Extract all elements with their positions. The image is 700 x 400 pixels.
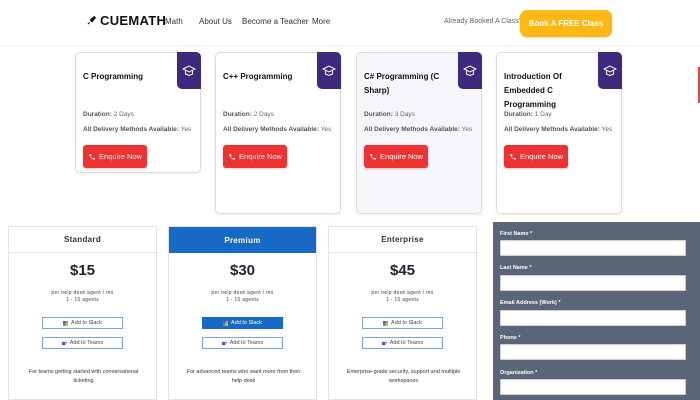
add-to-teams-button[interactable]: Add to Teams — [42, 337, 123, 349]
course-title: C Programming — [83, 72, 144, 81]
graduation-cap-icon — [322, 64, 336, 76]
course-badge — [598, 52, 622, 89]
add-to-slack-button[interactable]: Add to Slack — [42, 317, 123, 329]
course-delivery: All Delivery Methods Available: Yes — [504, 126, 613, 133]
enquire-now-button[interactable]: Enquire Now — [364, 145, 428, 168]
plan-description: For teams getting started with conversat… — [28, 369, 139, 384]
contact-form: First Name * Last Name * Email Address (… — [493, 222, 700, 400]
first-name-field[interactable] — [500, 240, 686, 256]
nav-math[interactable]: Math — [165, 17, 183, 26]
graduation-cap-icon — [463, 64, 477, 76]
phone-icon — [229, 153, 236, 160]
phone-icon — [89, 153, 96, 160]
plan-range: 1 - 15 agents — [65, 297, 100, 303]
course-badge — [458, 52, 482, 89]
course-title: C# Programming (C Sharp) — [364, 72, 440, 95]
plan-unit: per help desk agent / mo — [51, 290, 114, 296]
organization-label: Organization * — [500, 370, 538, 376]
plan-price: $15 — [69, 262, 96, 279]
plan-price: $30 — [229, 262, 256, 279]
slack-icon — [223, 320, 229, 326]
add-to-slack-button[interactable]: Add to Slack — [362, 317, 443, 329]
nav-become-teacher[interactable]: Become a Teacher — [242, 17, 309, 26]
course-badge — [177, 52, 201, 89]
logo-text: CUEMATH — [100, 13, 167, 28]
course-duration: Duration: 2 Days — [223, 111, 274, 118]
enquire-now-button[interactable]: Enquire Now — [504, 145, 568, 168]
enquire-now-button[interactable]: Enquire Now — [223, 145, 287, 168]
nav-more[interactable]: More — [312, 17, 330, 26]
course-card: Introduction Of Embedded C Programming D… — [496, 52, 622, 214]
course-delivery: All Delivery Methods Available: Yes — [223, 126, 332, 133]
course-card: C++ Programming Duration: 2 Days All Del… — [215, 52, 341, 214]
slack-icon — [63, 320, 69, 326]
phone-icon — [510, 153, 517, 160]
graduation-cap-icon — [603, 64, 617, 76]
course-card: C# Programming (C Sharp) Duration: 3 Day… — [356, 52, 482, 214]
rocket-icon — [87, 15, 97, 25]
phone-icon — [370, 153, 377, 160]
teams-icon — [381, 341, 387, 345]
course-delivery: All Delivery Methods Available: Yes — [83, 126, 192, 133]
last-name-label: Last Name * — [500, 265, 532, 271]
graduation-cap-icon — [182, 64, 196, 76]
phone-field[interactable] — [500, 344, 686, 360]
course-duration: Duration: 2 Days — [83, 111, 134, 118]
plan-price: $45 — [389, 262, 416, 279]
email-field[interactable] — [500, 310, 686, 326]
plan-unit: per help desk agent / mo — [211, 290, 274, 296]
plan-name: Standard — [9, 227, 156, 253]
first-name-label: First Name * — [500, 231, 533, 237]
add-to-teams-button[interactable]: Add to Teams — [202, 337, 283, 349]
book-free-class-button[interactable]: Book A FREE Class — [520, 10, 612, 37]
course-card: C Programming Duration: 2 Days All Deliv… — [75, 52, 201, 173]
pricing-plan-standard: Standard $15 per help desk agent / mo 1 … — [8, 226, 157, 400]
course-title: Introduction Of Embedded C Programming — [504, 72, 562, 109]
plan-range: 1 - 15 agents — [385, 297, 420, 303]
phone-label: Phone * — [500, 335, 521, 341]
pricing-plan-enterprise: Enterprise $45 per help desk agent / mo … — [328, 226, 477, 400]
email-label: Email Address (Work) * — [500, 300, 561, 306]
organization-field[interactable] — [500, 379, 686, 395]
teams-icon — [61, 341, 67, 345]
course-delivery: All Delivery Methods Available: Yes — [364, 126, 473, 133]
plan-name: Premium — [169, 227, 316, 253]
plan-name: Enterprise — [329, 227, 476, 253]
pricing-plan-premium: Premium $30 per help desk agent / mo 1 -… — [168, 226, 317, 400]
site-header: CUEMATH Math About Us Become a Teacher M… — [0, 0, 700, 46]
nav-about-us[interactable]: About Us — [199, 17, 232, 26]
plan-description: For advanced teams who want more from th… — [186, 369, 301, 384]
plan-range: 1 - 15 agents — [225, 297, 260, 303]
course-title: C++ Programming — [223, 72, 293, 81]
add-to-slack-button[interactable]: Add to Slack — [202, 317, 283, 329]
course-duration: Duration: 3 Days — [364, 111, 415, 118]
course-badge — [317, 52, 341, 89]
already-booked-link[interactable]: Already Booked A Class? — [444, 18, 523, 25]
slack-icon — [383, 320, 389, 326]
add-to-teams-button[interactable]: Add to Teams — [362, 337, 443, 349]
plan-unit: per help desk agent / mo — [371, 290, 434, 296]
plan-description: Enterprise-grade security, support and m… — [346, 369, 461, 384]
enquire-now-button[interactable]: Enquire Now — [83, 145, 147, 168]
cuemath-logo[interactable]: CUEMATH — [86, 13, 166, 28]
teams-icon — [221, 341, 227, 345]
last-name-field[interactable] — [500, 275, 686, 291]
course-duration: Duration: 1 Day — [504, 111, 552, 118]
